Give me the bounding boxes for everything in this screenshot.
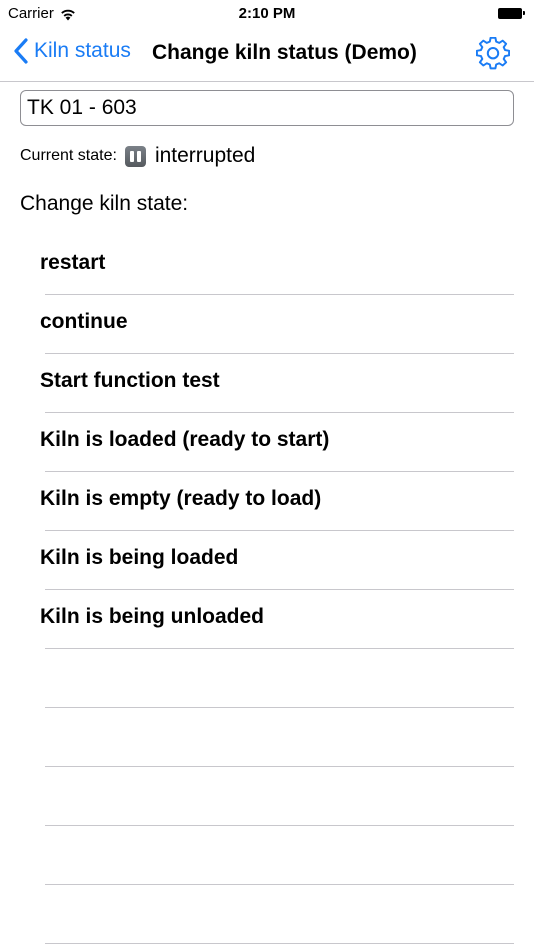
battery-icon bbox=[498, 7, 526, 19]
change-state-heading: Change kiln state: bbox=[20, 192, 189, 215]
list-item-label: Kiln is loaded (ready to start) bbox=[40, 428, 330, 451]
list-item-kiln-being-unloaded[interactable]: Kiln is being unloaded bbox=[0, 590, 534, 649]
state-list: restart continue Start function test Kil… bbox=[0, 236, 534, 944]
list-item-label: continue bbox=[40, 310, 128, 333]
list-item-label: Start function test bbox=[40, 369, 220, 392]
list-item-label: Kiln is being loaded bbox=[40, 546, 239, 569]
list-item-label: Kiln is being unloaded bbox=[40, 605, 265, 628]
back-button[interactable]: Kiln status bbox=[14, 38, 131, 64]
current-state-value: interrupted bbox=[154, 144, 256, 167]
list-item-kiln-empty[interactable]: Kiln is empty (ready to load) bbox=[0, 472, 534, 531]
list-item-restart[interactable]: restart bbox=[0, 236, 534, 295]
clock: 2:10 PM bbox=[238, 5, 296, 22]
empty-list-row bbox=[0, 885, 534, 944]
back-button-label: Kiln status bbox=[34, 39, 131, 62]
current-state-label: Current state: bbox=[20, 147, 117, 164]
list-item-kiln-being-loaded[interactable]: Kiln is being loaded bbox=[0, 531, 534, 590]
empty-list-row bbox=[0, 767, 534, 826]
empty-list-row bbox=[0, 708, 534, 767]
list-item-continue[interactable]: continue bbox=[0, 295, 534, 354]
empty-list-row bbox=[0, 649, 534, 708]
kiln-selector-field[interactable]: TK 01 - 603 bbox=[20, 90, 514, 126]
list-item-start-function-test[interactable]: Start function test bbox=[0, 354, 534, 413]
pause-icon bbox=[124, 145, 146, 167]
navigation-bar: Kiln status Change kiln status (Demo) bbox=[0, 28, 534, 82]
current-state-row: Current state: interrupted bbox=[20, 144, 255, 168]
empty-list-row bbox=[0, 826, 534, 885]
gear-icon[interactable] bbox=[476, 37, 510, 71]
list-item-label: Kiln is empty (ready to load) bbox=[40, 487, 322, 510]
chevron-left-icon bbox=[14, 38, 28, 64]
page-title: Change kiln status (Demo) bbox=[152, 41, 417, 64]
status-bar: Carrier 2:10 PM bbox=[0, 0, 534, 28]
list-item-kiln-loaded[interactable]: Kiln is loaded (ready to start) bbox=[0, 413, 534, 472]
list-item-label: restart bbox=[40, 251, 106, 274]
